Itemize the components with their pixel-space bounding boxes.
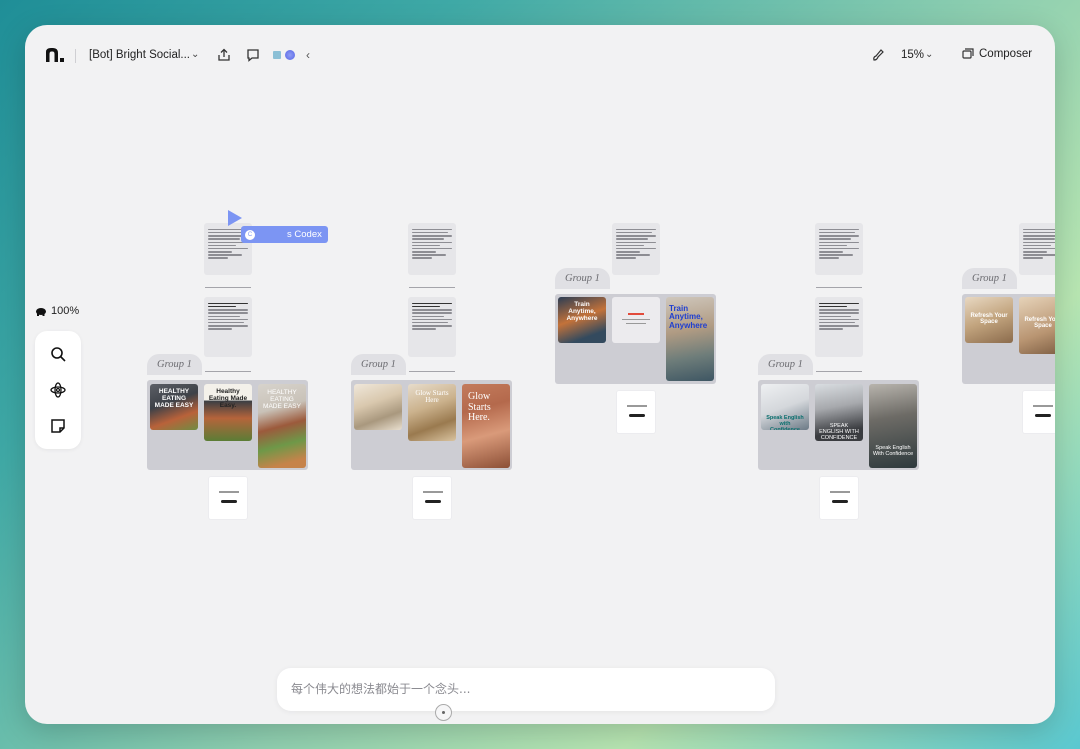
design-card[interactable]: Train Anytime, Anywhere xyxy=(666,297,714,381)
brush-icon[interactable] xyxy=(871,48,885,62)
page-preview[interactable] xyxy=(1023,391,1055,433)
page-preview[interactable] xyxy=(617,391,655,433)
design-card[interactable]: Healthy Eating Made Easy. xyxy=(204,384,252,441)
canvas-zoom-indicator[interactable]: 100% xyxy=(35,305,79,317)
document-title[interactable]: [Bot] Bright Social... xyxy=(89,49,190,61)
app-logo-icon[interactable] xyxy=(45,47,65,63)
user-avatar[interactable] xyxy=(285,50,295,60)
piggy-icon xyxy=(36,308,46,316)
component-icon[interactable] xyxy=(50,382,66,398)
page-preview[interactable] xyxy=(413,477,451,519)
group-frame[interactable]: Glow Starts Here Glow Starts Here. xyxy=(351,380,512,470)
page-preview[interactable] xyxy=(209,477,247,519)
search-icon[interactable] xyxy=(50,346,66,362)
card-text: Glow Starts Here. xyxy=(468,391,491,423)
collaborator-name-tag: C s Codex xyxy=(241,226,328,243)
composer-icon xyxy=(962,48,974,59)
composer-label: Composer xyxy=(979,48,1033,60)
note-caption xyxy=(816,287,862,289)
group-label[interactable]: Group 1 xyxy=(147,354,202,375)
zoom-chevron-icon[interactable]: ⌄ xyxy=(925,49,933,60)
card-text: Train Anytime, Anywhere xyxy=(669,304,708,330)
name-redacted xyxy=(258,230,284,240)
card-text: HEALTHY EATING MADE EASY xyxy=(154,388,194,409)
text-note[interactable] xyxy=(815,297,863,357)
composer-button[interactable]: Composer xyxy=(962,48,1032,60)
sticky-note-icon[interactable] xyxy=(50,418,66,434)
design-card[interactable] xyxy=(354,384,402,430)
share-icon[interactable] xyxy=(217,48,231,62)
group-label[interactable]: Group 1 xyxy=(758,354,813,375)
collaborator-name: s Codex xyxy=(287,229,322,240)
collaborator-initial: C xyxy=(245,229,255,240)
group-label[interactable]: Group 1 xyxy=(555,268,610,289)
tool-panel xyxy=(35,331,81,449)
card-text: Healthy Eating Made Easy. xyxy=(208,388,248,409)
design-card[interactable] xyxy=(612,297,660,343)
design-card[interactable]: Speak English With Confidence xyxy=(869,384,917,468)
text-note[interactable] xyxy=(408,297,456,357)
design-card[interactable]: Refresh Your Space xyxy=(1019,297,1055,354)
text-note[interactable] xyxy=(815,223,863,275)
card-text: Refresh Your Space xyxy=(970,313,1008,326)
group-frame[interactable]: Train Anytime, Anywhere Train Anytime, A… xyxy=(555,294,716,384)
card-text: Speak English With Confidence xyxy=(872,445,914,457)
app-window: [Bot] Bright Social... ⌄ ‹ 15% ⌄ Compose… xyxy=(25,25,1055,724)
chat-bar xyxy=(277,668,775,711)
page-preview[interactable] xyxy=(820,477,858,519)
divider xyxy=(75,49,76,63)
note-caption xyxy=(409,287,455,289)
text-note[interactable] xyxy=(204,297,252,357)
design-card[interactable]: Glow Starts Here. xyxy=(462,384,510,468)
prompt-input[interactable] xyxy=(291,682,751,696)
group-frame[interactable]: Speak English with Confidence SPEAK ENGL… xyxy=(758,380,919,470)
collaborator-cursor-icon xyxy=(228,210,242,226)
card-text: SPEAK ENGLISH WITH CONFIDENCE xyxy=(819,423,859,441)
design-card[interactable]: HEALTHY EATING MADE EASY xyxy=(150,384,198,430)
group-label[interactable]: Group 1 xyxy=(351,354,406,375)
text-note[interactable] xyxy=(612,223,660,275)
note-caption xyxy=(409,371,455,373)
color-swatch[interactable] xyxy=(273,51,281,59)
chevron-down-icon[interactable]: ⌄ xyxy=(191,49,199,60)
text-note[interactable] xyxy=(1019,223,1055,275)
comment-icon[interactable] xyxy=(246,48,260,62)
text-note[interactable] xyxy=(408,223,456,275)
card-text: Train Anytime, Anywhere xyxy=(566,301,598,322)
note-caption xyxy=(816,371,862,373)
expand-toggle[interactable] xyxy=(435,704,452,721)
design-card[interactable]: SPEAK ENGLISH WITH CONFIDENCE xyxy=(815,384,863,441)
zoom-percent: 100% xyxy=(51,305,80,317)
note-caption xyxy=(205,287,251,289)
zoom-level[interactable]: 15% xyxy=(901,49,924,61)
group-label[interactable]: Group 1 xyxy=(962,268,1017,289)
group-frame[interactable]: Refresh Your Space Refresh Your Space xyxy=(962,294,1055,384)
design-card[interactable]: Glow Starts Here xyxy=(408,384,456,441)
card-text: Refresh Your Space xyxy=(1024,317,1055,330)
chevron-left-icon[interactable]: ‹ xyxy=(306,48,310,62)
card-text: Glow Starts Here xyxy=(415,389,449,405)
design-card[interactable]: HEALTHY EATING MADE EASY xyxy=(258,384,306,468)
design-card[interactable]: Refresh Your Space xyxy=(965,297,1013,343)
design-card[interactable]: Speak English with Confidence xyxy=(761,384,809,430)
card-text: Speak English with Confidence xyxy=(766,415,804,430)
note-caption xyxy=(205,371,251,373)
design-card[interactable]: Train Anytime, Anywhere xyxy=(558,297,606,343)
card-text: HEALTHY EATING MADE EASY xyxy=(263,389,301,410)
group-frame[interactable]: HEALTHY EATING MADE EASY Healthy Eating … xyxy=(147,380,308,470)
top-bar: [Bot] Bright Social... ⌄ ‹ 15% ⌄ Compose… xyxy=(25,25,1055,85)
